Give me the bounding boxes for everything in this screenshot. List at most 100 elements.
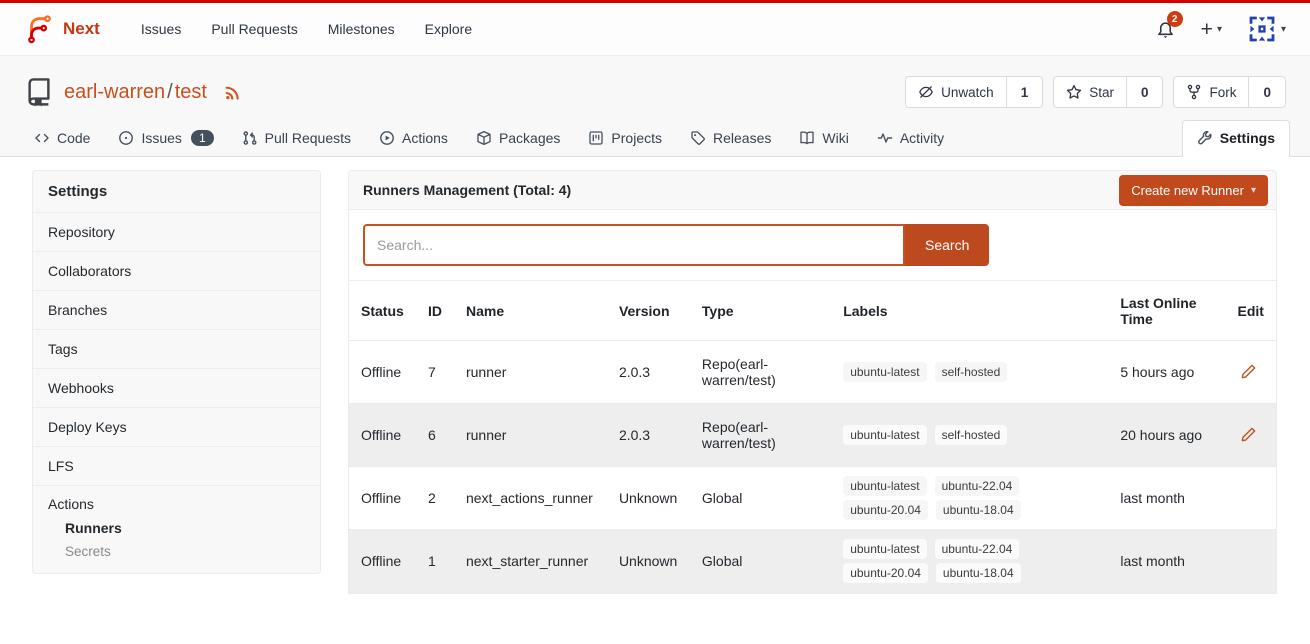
settings-sidebar: Settings Repository Collaborators Branch… <box>32 170 321 574</box>
nav-item-explore[interactable]: Explore <box>410 12 487 46</box>
runner-type: Repo(earl-warren/test) <box>690 341 831 404</box>
sidebar-item-branches[interactable]: Branches <box>33 291 320 330</box>
project-board-icon <box>588 130 604 146</box>
stars-count[interactable]: 0 <box>1127 77 1163 107</box>
plus-icon: + <box>1201 19 1213 40</box>
label-chip: ubuntu-20.04 <box>843 563 928 583</box>
watchers-count[interactable]: 1 <box>1007 77 1043 107</box>
repo-title: earl-warren/test <box>24 77 243 107</box>
star-button[interactable]: Star <box>1054 77 1127 107</box>
runner-name: next_actions_runner <box>454 467 607 530</box>
navbar: Next Issues Pull Requests Milestones Exp… <box>0 3 1310 56</box>
avatar <box>1248 15 1276 43</box>
code-icon <box>34 130 50 146</box>
col-last-online-time: Last Online Time <box>1108 281 1225 341</box>
star-button-group: Star 0 <box>1053 76 1163 108</box>
pencil-icon <box>1240 363 1257 380</box>
sidebar-item-repository[interactable]: Repository <box>33 213 320 252</box>
sidebar-subitem-secrets[interactable]: Secrets <box>65 544 305 559</box>
tools-icon <box>1197 130 1213 146</box>
forgejo-logo-icon <box>24 14 54 44</box>
fork-icon <box>1186 84 1202 100</box>
search-input[interactable] <box>363 224 905 266</box>
runner-version: 2.0.3 <box>607 404 690 467</box>
pulse-icon <box>877 130 893 146</box>
rss-icon[interactable] <box>223 82 243 102</box>
runner-labels: ubuntu-latest ubuntu-22.04 ubuntu-20.04 … <box>843 476 1043 520</box>
table-header-row: Status ID Name Version Type Labels Last … <box>349 281 1276 341</box>
nav-item-pull-requests[interactable]: Pull Requests <box>196 12 312 46</box>
tab-issues[interactable]: Issues 1 <box>104 121 227 156</box>
pull-request-icon <box>242 130 258 146</box>
tab-code[interactable]: Code <box>20 121 104 156</box>
edit-runner-button[interactable] <box>1238 424 1259 445</box>
watch-button-group: Unwatch 1 <box>905 76 1043 108</box>
user-menu[interactable]: ▾ <box>1248 15 1286 43</box>
sidebar-subitem-runners[interactable]: Runners <box>65 520 305 536</box>
nav-item-milestones[interactable]: Milestones <box>313 12 410 46</box>
tab-projects[interactable]: Projects <box>574 121 676 156</box>
runner-last-online: 20 hours ago <box>1108 404 1225 467</box>
nav-item-issues[interactable]: Issues <box>126 12 196 46</box>
sidebar-item-collaborators[interactable]: Collaborators <box>33 252 320 291</box>
runner-name: runner <box>454 341 607 404</box>
col-version: Version <box>607 281 690 341</box>
notification-count-badge: 2 <box>1167 11 1183 27</box>
runners-panel: Runners Management (Total: 4) Create new… <box>348 170 1277 594</box>
edit-runner-button[interactable] <box>1238 361 1259 382</box>
runner-status: Offline <box>349 467 416 530</box>
runner-row: Offline 1 next_starter_runner Unknown Gl… <box>349 530 1276 593</box>
sidebar-item-actions: Actions Runners Secrets <box>33 486 320 573</box>
label-chip: ubuntu-latest <box>843 476 926 496</box>
sidebar-actions-label[interactable]: Actions <box>48 496 305 512</box>
runners-panel-body: Search Status ID Name Version Type Label… <box>348 210 1277 594</box>
play-circle-icon <box>379 130 395 146</box>
package-icon <box>476 130 492 146</box>
fork-button[interactable]: Fork <box>1174 77 1249 107</box>
tab-releases[interactable]: Releases <box>676 121 785 156</box>
forks-count[interactable]: 0 <box>1249 77 1285 107</box>
search-bar: Search <box>349 210 1276 280</box>
unwatch-button[interactable]: Unwatch <box>906 77 1007 107</box>
create-new-menu[interactable]: + ▾ <box>1201 19 1222 40</box>
tab-packages[interactable]: Packages <box>462 121 574 156</box>
runner-last-online: last month <box>1108 530 1225 593</box>
runner-status: Offline <box>349 404 416 467</box>
runner-version: Unknown <box>607 530 690 593</box>
repo-separator: / <box>167 81 173 103</box>
create-new-runner-button[interactable]: Create new Runner ▾ <box>1119 175 1268 206</box>
sidebar-item-webhooks[interactable]: Webhooks <box>33 369 320 408</box>
notifications-button[interactable]: 2 <box>1156 18 1175 40</box>
sidebar-item-deploy-keys[interactable]: Deploy Keys <box>33 408 320 447</box>
runner-id: 7 <box>416 341 454 404</box>
home-link[interactable]: Next <box>24 14 100 44</box>
tab-pull-requests[interactable]: Pull Requests <box>228 121 365 156</box>
runner-row: Offline 6 runner 2.0.3 Repo(earl-warren/… <box>349 404 1276 467</box>
book-icon <box>799 130 815 146</box>
tab-actions[interactable]: Actions <box>365 121 462 156</box>
runner-id: 6 <box>416 404 454 467</box>
fork-label: Fork <box>1209 85 1236 100</box>
sidebar-item-lfs[interactable]: LFS <box>33 447 320 486</box>
label-chip: ubuntu-22.04 <box>935 539 1020 559</box>
runners-panel-header: Runners Management (Total: 4) Create new… <box>348 170 1277 210</box>
sidebar-item-tags[interactable]: Tags <box>33 330 320 369</box>
repo-name-link[interactable]: test <box>175 81 207 103</box>
runner-version: Unknown <box>607 467 690 530</box>
repo-owner-link[interactable]: earl-warren <box>64 81 165 103</box>
tab-settings[interactable]: Settings <box>1182 120 1290 157</box>
label-chip: self-hosted <box>935 362 1008 382</box>
tab-activity[interactable]: Activity <box>863 121 958 156</box>
eye-slash-icon <box>918 84 934 100</box>
star-label: Star <box>1089 85 1114 100</box>
search-button[interactable]: Search <box>905 224 989 266</box>
runner-type: Global <box>690 467 831 530</box>
runner-name: runner <box>454 404 607 467</box>
label-chip: ubuntu-18.04 <box>936 563 1021 583</box>
tab-wiki[interactable]: Wiki <box>785 121 862 156</box>
sidebar-header: Settings <box>33 171 320 213</box>
col-id: ID <box>416 281 454 341</box>
runner-name: next_starter_runner <box>454 530 607 593</box>
tag-icon <box>690 130 706 146</box>
repo-tabs: Code Issues 1 Pull Requests Actions Pack… <box>0 114 1310 157</box>
